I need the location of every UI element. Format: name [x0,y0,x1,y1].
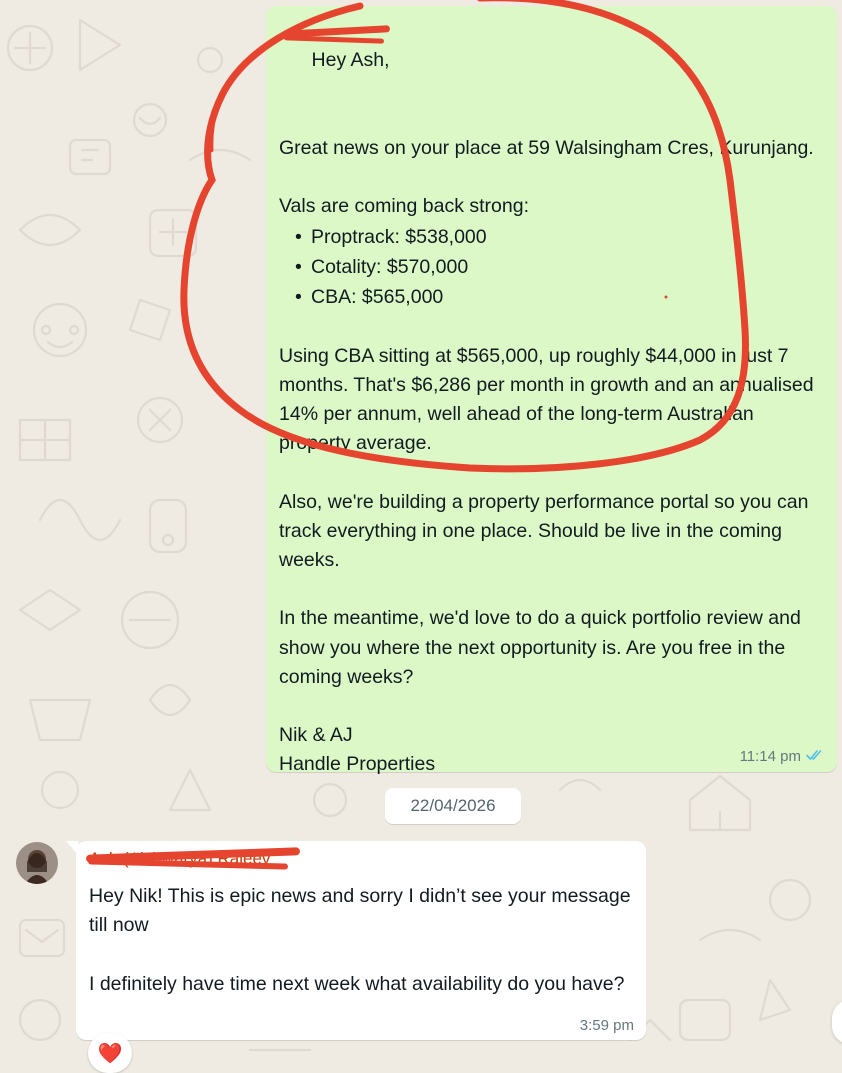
message-paragraph: Also, we're building a property performa… [279,490,814,571]
heart-reaction[interactable]: ❤️ [88,1033,132,1073]
outgoing-message-text: Hey Ash, Great news on your place at 59 … [279,17,819,780]
outgoing-message-bubble[interactable]: Hey Ash, Great news on your place at 59 … [266,6,837,775]
message-time: 3:59 pm [579,1017,634,1034]
greeting-line: Hey Ash, [311,49,390,72]
heart-icon: ❤️ [97,1042,123,1065]
valuation-item: • Cotality: $570,000 [295,256,469,279]
incoming-message-text: Hey Nik! This is epic news and sorry I d… [89,882,634,999]
signature-name: Nik & AJ [279,724,353,747]
valuation-list: • Proptrack: $538,000 • Cotality: $570,000… [279,222,819,312]
contact-avatar[interactable] [16,842,58,884]
message-time: 11:14 pm [739,748,801,765]
double-check-read-icon [806,748,825,765]
date-separator: 22/04/2026 [385,788,521,824]
message-paragraph: Hey Nik! This is epic news and sorry I d… [89,885,631,937]
signature-company: Handle Properties [279,753,436,776]
message-paragraph: In the meantime, we'd love to do a quick… [279,607,807,688]
message-paragraph: Great news on your place at 59 Walsingha… [279,136,814,159]
message-paragraph: Using CBA sitting at $565,000, up roughl… [279,344,819,455]
valuation-item: • Proptrack: $538,000 [295,226,487,249]
message-paragraph: I definitely have time next week what av… [89,972,625,995]
incoming-message-bubble[interactable]: Ash (Aishwarya) Rajeev Hey Nik! This is … [76,841,646,1040]
message-meta: 11:14 pm [740,748,825,765]
message-paragraph: Vals are coming back strong: [279,195,530,218]
valuation-item: • CBA: $565,000 [295,286,444,309]
